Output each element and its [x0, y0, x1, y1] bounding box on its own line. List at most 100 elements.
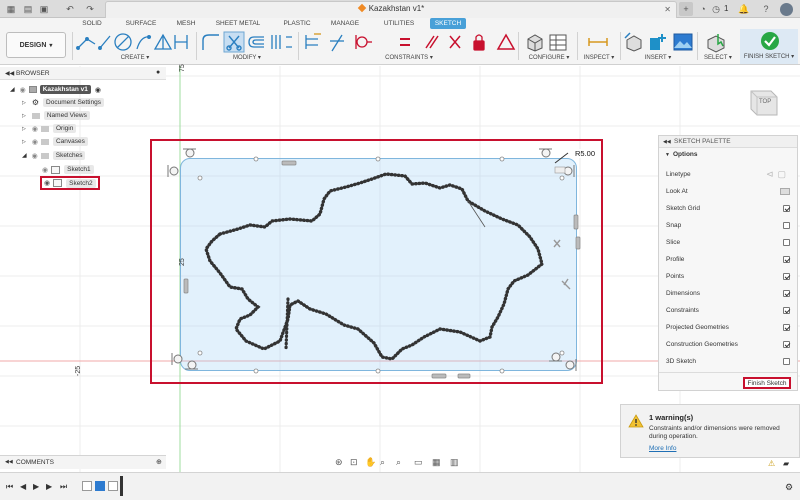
expand-arrow-icon[interactable]: ▷ — [22, 139, 26, 145]
collapse-comments-icon[interactable]: ◀◀ — [5, 459, 13, 465]
go-to-start-icon[interactable]: ⏮ — [6, 482, 13, 492]
measure-tool-icon[interactable] — [588, 38, 608, 46]
viewports-icon[interactable]: ▥ — [450, 457, 459, 468]
collapse-palette-icon[interactable]: ◀◀ — [663, 139, 671, 145]
linetype-icons[interactable]: ⊲▢ — [766, 169, 790, 180]
new-tab-icon[interactable]: + — [679, 2, 693, 16]
tab-sheet-metal[interactable]: SHEET METAL — [213, 18, 263, 29]
finish-sketch-tool[interactable]: FINISH SKETCH ▾ — [740, 29, 798, 64]
look-at-nav-icon[interactable]: ⊡ — [350, 457, 358, 468]
modify-group-label[interactable]: MODIFY ▾ — [222, 54, 272, 61]
constraints-checkbox[interactable] — [783, 307, 790, 314]
go-to-end-icon[interactable]: ⏭ — [60, 482, 67, 492]
mirror-tool-icon[interactable] — [271, 35, 292, 49]
points-checkbox[interactable] — [783, 273, 790, 280]
select-tool-icon[interactable] — [707, 34, 725, 53]
pan-icon[interactable]: ✋ — [365, 457, 376, 468]
expand-arrow-icon[interactable]: ◢ — [22, 152, 27, 159]
display-settings-icon[interactable]: ▭ — [414, 457, 423, 468]
zoom-icon[interactable]: ⌕ — [380, 457, 385, 468]
visibility-eye-icon[interactable]: ◉ — [20, 86, 26, 94]
sketch-grid-checkbox[interactable] — [783, 205, 790, 212]
timeline-canvas-icon[interactable] — [95, 481, 105, 491]
tab-surface[interactable]: SURFACE — [122, 18, 160, 29]
grid-settings-icon[interactable]: ▦ — [432, 457, 441, 468]
circle-tool-icon[interactable] — [114, 33, 132, 51]
construction-geometries-checkbox[interactable] — [783, 341, 790, 348]
tree-item-origin[interactable]: ▷ ◉ Origin — [22, 122, 77, 135]
document-tab[interactable]: Kazakhstan v1* ✕ — [105, 1, 677, 18]
timeline-sketch2-icon[interactable] — [108, 481, 118, 491]
timeline-sketch1-icon[interactable] — [82, 481, 92, 491]
tree-item-root[interactable]: ◢ ◉ Kazakhstan v1 ◉ — [10, 83, 101, 96]
arc-tool-icon[interactable] — [136, 35, 152, 50]
tab-manage[interactable]: MANAGE — [328, 18, 362, 29]
palette-section-options[interactable]: ▼ Options — [665, 151, 698, 158]
step-forward-icon[interactable]: ▶ — [46, 482, 52, 491]
timeline-marker[interactable] — [120, 476, 123, 496]
visibility-eye-icon[interactable]: ◉ — [44, 179, 50, 187]
save-icon[interactable]: ▣ — [38, 3, 50, 15]
more-info-link[interactable]: More Info — [649, 445, 676, 452]
cube-tool-icon[interactable] — [527, 34, 543, 52]
expand-arrow-icon[interactable]: ▷ — [22, 100, 26, 106]
activate-radio-icon[interactable]: ◉ — [95, 86, 101, 94]
select-group-label[interactable]: SELECT ▾ — [700, 54, 736, 61]
chat-icon[interactable]: ▰ — [783, 459, 793, 469]
dimension-tool-icon[interactable] — [305, 33, 321, 49]
configure-group-label[interactable]: CONFIGURE ▾ — [524, 54, 574, 61]
tab-plastic[interactable]: PLASTIC — [281, 18, 313, 29]
fit-icon[interactable]: ⌕ — [396, 457, 401, 468]
rectangle-tool-icon[interactable] — [98, 35, 111, 50]
constraints-group-label[interactable]: CONSTRAINTS ▾ — [378, 54, 440, 61]
grid-menu-icon[interactable]: ▦ — [5, 3, 17, 15]
design-workspace-button[interactable]: DESIGN ▾ — [6, 32, 66, 58]
offset-tool-icon[interactable] — [248, 36, 264, 48]
tree-item-sketch1[interactable]: ◉ Sketch1 — [42, 163, 94, 176]
tab-sketch[interactable]: SKETCH — [430, 18, 466, 29]
redo-icon[interactable]: ↷ — [84, 3, 96, 15]
slot-tool-icon[interactable] — [174, 35, 188, 49]
parallel-tool-icon[interactable] — [425, 35, 439, 49]
perpendicular-tool-icon[interactable] — [449, 35, 461, 49]
extensions-icon[interactable]: ◔ — [697, 3, 709, 15]
slice-checkbox[interactable] — [783, 239, 790, 246]
coincident-tool-icon[interactable] — [330, 34, 344, 52]
tab-mesh[interactable]: MESH — [173, 18, 199, 29]
fillet-tool-icon[interactable] — [202, 34, 219, 50]
triangle-tool-icon[interactable] — [496, 33, 516, 50]
tree-item-sketches[interactable]: ◢ ◉ Sketches — [22, 149, 86, 162]
browser-options-icon[interactable]: ● — [156, 69, 160, 76]
polygon-tool-icon[interactable] — [153, 33, 173, 50]
help-icon[interactable]: ? — [760, 3, 772, 15]
tab-utilities[interactable]: UTILITIES — [380, 18, 418, 29]
collapse-browser-icon[interactable]: ◀◀ — [5, 70, 14, 77]
orbit-icon[interactable]: ⊛ — [335, 457, 343, 468]
visibility-eye-icon[interactable]: ◉ — [42, 166, 48, 174]
line-tool-icon[interactable] — [76, 37, 96, 50]
job-status-icon[interactable]: ◷ — [710, 3, 722, 15]
look-at-icon[interactable] — [780, 188, 790, 195]
insert-canvas-icon[interactable] — [673, 33, 693, 51]
tree-item-document-settings[interactable]: ▷ ⚙ Document Settings — [22, 96, 104, 109]
inspect-group-label[interactable]: INSPECT ▾ — [580, 54, 618, 61]
visibility-eye-icon[interactable]: ◉ — [32, 152, 38, 160]
tab-solid[interactable]: SOLID — [77, 18, 107, 29]
equal-tool-icon[interactable] — [400, 38, 410, 46]
finish-sketch-button[interactable]: Finish Sketch — [743, 377, 791, 389]
visibility-eye-icon[interactable]: ◉ — [32, 138, 38, 146]
viewcube[interactable]: TOP — [747, 85, 781, 119]
snap-checkbox[interactable] — [783, 222, 790, 229]
expand-arrow-icon[interactable]: ▷ — [22, 113, 26, 119]
comments-add-icon[interactable]: ⊕ — [156, 458, 162, 466]
table-tool-icon[interactable] — [549, 34, 567, 51]
collinear-tool-icon[interactable] — [355, 35, 372, 49]
insert-mesh-icon[interactable] — [650, 34, 666, 50]
insert-derive-icon[interactable] — [624, 32, 642, 52]
lock-tool-icon[interactable] — [473, 34, 485, 51]
close-tab-icon[interactable]: ✕ — [664, 5, 671, 14]
tree-item-named-views[interactable]: ▷ Named Views — [22, 109, 90, 122]
expand-arrow-icon[interactable]: ▷ — [22, 126, 26, 132]
avatar[interactable] — [780, 3, 793, 16]
visibility-eye-icon[interactable]: ◉ — [32, 125, 38, 133]
